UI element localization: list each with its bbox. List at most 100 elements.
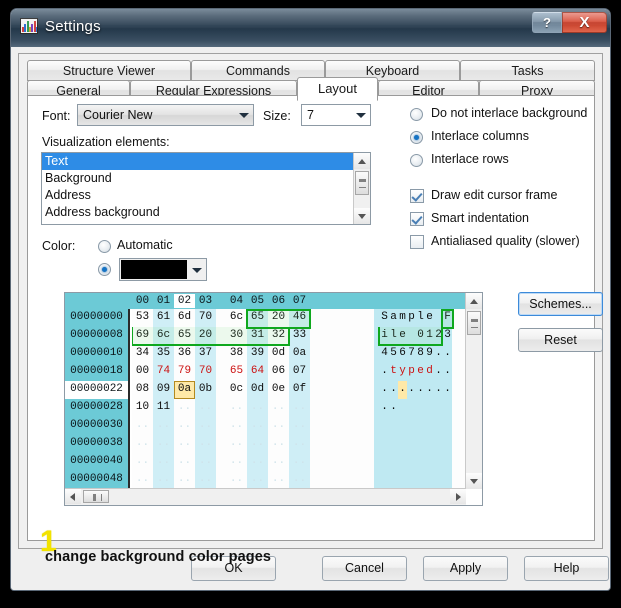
ascii-cell[interactable]: 3 bbox=[443, 327, 452, 345]
hex-byte-cell[interactable]: 37 bbox=[195, 345, 216, 363]
hex-byte-cell[interactable]: .. bbox=[195, 399, 216, 417]
ascii-cell[interactable]: . bbox=[398, 471, 407, 489]
hex-byte-cell[interactable]: 46 bbox=[289, 309, 310, 327]
ascii-cell[interactable]: . bbox=[416, 399, 425, 417]
apply-button[interactable]: Apply bbox=[423, 556, 508, 581]
scroll-down-icon[interactable] bbox=[354, 208, 370, 224]
ascii-cell[interactable]: i bbox=[380, 327, 389, 345]
hex-byte-cell[interactable]: .. bbox=[289, 399, 310, 417]
checkbox-draw-edit-cursor-frame[interactable] bbox=[410, 189, 424, 203]
hex-byte-cell[interactable]: .. bbox=[247, 471, 268, 489]
ascii-cell[interactable]: e bbox=[425, 309, 434, 327]
ascii-cell[interactable]: t bbox=[389, 363, 398, 381]
ascii-cell[interactable]: . bbox=[443, 435, 452, 453]
ascii-cell[interactable]: . bbox=[425, 471, 434, 489]
hex-byte-cell[interactable]: 30 bbox=[226, 327, 247, 345]
ascii-cell[interactable]: . bbox=[416, 453, 425, 471]
hex-byte-cell[interactable]: 20 bbox=[195, 327, 216, 345]
hex-byte-cell[interactable]: 00 bbox=[132, 363, 153, 381]
ascii-cell[interactable]: . bbox=[443, 345, 452, 363]
cancel-button[interactable]: Cancel bbox=[322, 556, 407, 581]
hex-byte-cell[interactable]: .. bbox=[268, 471, 289, 489]
hex-byte-cell[interactable]: .. bbox=[195, 453, 216, 471]
ascii-cell[interactable]: F bbox=[443, 309, 452, 327]
ascii-cell[interactable]: . bbox=[425, 417, 434, 435]
ascii-cell[interactable]: . bbox=[389, 381, 398, 399]
ascii-cell[interactable]: . bbox=[398, 399, 407, 417]
ascii-cell[interactable] bbox=[434, 309, 443, 327]
ascii-cell[interactable]: . bbox=[398, 381, 407, 399]
ascii-cell[interactable]: . bbox=[389, 453, 398, 471]
hex-byte-cell[interactable]: 0e bbox=[268, 381, 289, 399]
scroll-up-icon[interactable] bbox=[354, 153, 370, 169]
ascii-cell[interactable]: . bbox=[425, 399, 434, 417]
hex-byte-cell[interactable]: 32 bbox=[268, 327, 289, 345]
list-item[interactable]: Address bbox=[42, 187, 370, 204]
ascii-cell[interactable]: . bbox=[434, 381, 443, 399]
checkbox-smart-indentation[interactable] bbox=[410, 212, 424, 226]
hex-byte-cell[interactable]: 20 bbox=[268, 309, 289, 327]
option-draw-edit-cursor-frame[interactable]: Draw edit cursor frame bbox=[410, 186, 590, 209]
hex-row[interactable]: ........................ bbox=[132, 471, 466, 489]
ascii-cell[interactable]: e bbox=[398, 327, 407, 345]
tab-structure-viewer[interactable]: Structure Viewer bbox=[27, 60, 191, 81]
hex-byte-cell[interactable]: .. bbox=[153, 435, 174, 453]
ascii-cell[interactable]: S bbox=[380, 309, 389, 327]
scrollbar-thumb[interactable] bbox=[355, 171, 369, 195]
hex-byte-cell[interactable]: 35 bbox=[153, 345, 174, 363]
ascii-cell[interactable]: y bbox=[398, 363, 407, 381]
hex-byte-cell[interactable]: 65 bbox=[174, 327, 195, 345]
hex-byte-cell[interactable]: .. bbox=[132, 435, 153, 453]
ascii-cell[interactable]: p bbox=[407, 363, 416, 381]
ascii-cell[interactable]: 4 bbox=[380, 345, 389, 363]
hex-byte-cell[interactable]: 6c bbox=[226, 309, 247, 327]
ascii-cell[interactable]: 8 bbox=[416, 345, 425, 363]
hex-byte-cell[interactable]: 33 bbox=[289, 327, 310, 345]
color-picker-dropdown[interactable] bbox=[119, 258, 207, 281]
ascii-cell[interactable]: . bbox=[434, 363, 443, 381]
hex-byte-cell[interactable]: .. bbox=[153, 417, 174, 435]
hex-byte-cell[interactable]: 6d bbox=[174, 309, 195, 327]
hex-vertical-scrollbar[interactable] bbox=[465, 293, 482, 489]
list-item[interactable]: Background bbox=[42, 170, 370, 187]
ascii-cell[interactable]: p bbox=[407, 309, 416, 327]
hex-byte-cell[interactable]: .. bbox=[195, 435, 216, 453]
hex-preview-pane[interactable]: 00 01 02 03 04 05 06 07 00000000 00000008 0000001… bbox=[64, 292, 483, 506]
radio-color-custom[interactable] bbox=[98, 263, 111, 276]
ascii-cell[interactable]: 1 bbox=[425, 327, 434, 345]
hex-byte-cell[interactable]: .. bbox=[174, 399, 195, 417]
hex-byte-cell[interactable]: 65 bbox=[247, 309, 268, 327]
tab-layout[interactable]: Layout bbox=[297, 77, 378, 101]
ascii-cell[interactable]: . bbox=[425, 381, 434, 399]
scroll-right-icon[interactable] bbox=[450, 489, 466, 504]
ascii-cell[interactable]: 0 bbox=[416, 327, 425, 345]
ascii-cell[interactable] bbox=[407, 327, 416, 345]
ascii-cell[interactable]: a bbox=[389, 309, 398, 327]
ascii-cell[interactable]: . bbox=[434, 435, 443, 453]
hex-byte-cell[interactable]: .. bbox=[289, 453, 310, 471]
visualization-elements-list[interactable]: Text Background Address Address backgrou… bbox=[41, 152, 371, 225]
scroll-up-icon[interactable] bbox=[466, 293, 482, 309]
hex-byte-cell[interactable]: 79 bbox=[174, 363, 195, 381]
ascii-cell[interactable]: . bbox=[389, 471, 398, 489]
ascii-cell[interactable]: . bbox=[416, 417, 425, 435]
hex-byte-cell[interactable]: .. bbox=[195, 417, 216, 435]
ascii-cell[interactable]: . bbox=[416, 435, 425, 453]
hex-byte-cell[interactable]: 36 bbox=[174, 345, 195, 363]
option-interlace-rows[interactable]: Interlace rows bbox=[410, 150, 590, 173]
tab-tasks[interactable]: Tasks bbox=[460, 60, 595, 81]
ascii-cell[interactable]: 9 bbox=[425, 345, 434, 363]
list-item[interactable]: Address background bbox=[42, 204, 370, 221]
ascii-cell[interactable]: l bbox=[389, 327, 398, 345]
ascii-cell[interactable]: . bbox=[380, 471, 389, 489]
hex-horizontal-scrollbar[interactable] bbox=[65, 488, 466, 505]
ascii-cell[interactable]: . bbox=[416, 381, 425, 399]
ascii-cell[interactable]: . bbox=[425, 453, 434, 471]
ascii-cell[interactable]: . bbox=[380, 453, 389, 471]
ascii-cell[interactable]: . bbox=[398, 453, 407, 471]
hex-byte-cell[interactable]: 53 bbox=[132, 309, 153, 327]
hex-byte-cell[interactable]: .. bbox=[174, 453, 195, 471]
scroll-left-icon[interactable] bbox=[65, 489, 81, 504]
ascii-cell[interactable]: . bbox=[389, 399, 398, 417]
font-select[interactable]: Courier New bbox=[77, 104, 254, 126]
